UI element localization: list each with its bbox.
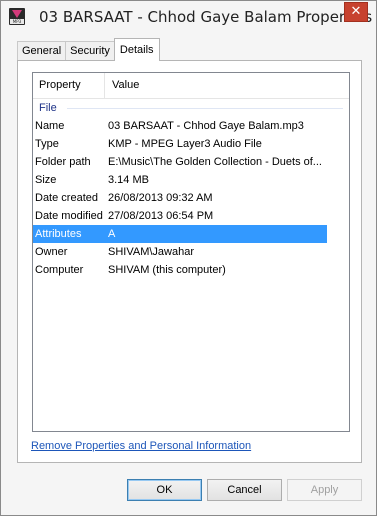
apply-button[interactable]: Apply xyxy=(287,479,362,501)
list-header: Property Value xyxy=(33,73,349,99)
tab-strip: General Security Details xyxy=(17,38,160,61)
remove-properties-link[interactable]: Remove Properties and Personal Informati… xyxy=(31,440,251,452)
property-label: Folder path xyxy=(35,156,91,168)
window-title: 03 BARSAAT - Chhod Gaye Balam Properties xyxy=(39,8,373,26)
tab-general[interactable]: General xyxy=(17,41,67,61)
property-label: Attributes xyxy=(35,228,82,240)
row-computer[interactable]: Computer SHIVAM (this computer) xyxy=(33,261,349,279)
row-date-modified[interactable]: Date modified 27/08/2013 06:54 PM xyxy=(33,207,349,225)
property-label: Computer xyxy=(35,264,84,276)
row-attributes[interactable]: Attributes A xyxy=(33,225,327,243)
column-header-property[interactable]: Property xyxy=(33,73,105,98)
app-icon-label: MP3 xyxy=(10,19,24,24)
properties-window: MP3 03 BARSAAT - Chhod Gaye Balam Proper… xyxy=(0,0,377,516)
property-value: SHIVAM (this computer) xyxy=(108,264,226,276)
property-value[interactable]: A xyxy=(106,225,326,243)
property-label: Date created xyxy=(35,192,98,204)
close-button[interactable]: ✕ xyxy=(344,2,368,22)
group-label: File xyxy=(39,102,57,114)
property-value: E:\Music\The Golden Collection - Duets o… xyxy=(108,156,322,168)
group-header-file: File xyxy=(39,100,343,116)
property-label: Type xyxy=(35,138,59,150)
column-header-value[interactable]: Value xyxy=(106,73,139,98)
property-value: 27/08/2013 06:54 PM xyxy=(108,210,214,222)
property-value: SHIVAM\Jawahar xyxy=(108,246,194,258)
row-name[interactable]: Name 03 BARSAAT - Chhod Gaye Balam.mp3 xyxy=(33,117,349,135)
row-date-created[interactable]: Date created 26/08/2013 09:32 AM xyxy=(33,189,349,207)
row-folder-path[interactable]: Folder path E:\Music\The Golden Collecti… xyxy=(33,153,349,171)
property-label: Date modified xyxy=(35,210,103,222)
title-bar[interactable]: MP3 03 BARSAAT - Chhod Gaye Balam Proper… xyxy=(1,1,376,35)
details-list[interactable]: Property Value File Name 03 BARSAAT - Ch… xyxy=(32,72,350,432)
property-label: Name xyxy=(35,120,65,132)
row-owner[interactable]: Owner SHIVAM\Jawahar xyxy=(33,243,349,261)
ok-button[interactable]: OK xyxy=(127,479,202,501)
group-divider xyxy=(67,108,343,109)
property-value: KMP - MPEG Layer3 Audio File xyxy=(108,138,262,150)
property-value: 03 BARSAAT - Chhod Gaye Balam.mp3 xyxy=(108,120,304,132)
mp3-file-icon: MP3 xyxy=(9,8,25,25)
dialog-buttons: OK Cancel Apply xyxy=(1,479,376,501)
details-panel: Property Value File Name 03 BARSAAT - Ch… xyxy=(17,60,362,463)
row-size[interactable]: Size 3.14 MB xyxy=(33,171,349,189)
property-label: Owner xyxy=(35,246,68,258)
property-rows: Name 03 BARSAAT - Chhod Gaye Balam.mp3 T… xyxy=(33,117,349,279)
tab-details[interactable]: Details xyxy=(113,38,160,61)
property-value: 26/08/2013 09:32 AM xyxy=(108,192,213,204)
close-icon: ✕ xyxy=(350,4,362,19)
row-type[interactable]: Type KMP - MPEG Layer3 Audio File xyxy=(33,135,349,153)
property-value: 3.14 MB xyxy=(108,174,149,186)
property-label: Size xyxy=(35,174,57,186)
cancel-button[interactable]: Cancel xyxy=(207,479,282,501)
tab-security[interactable]: Security xyxy=(65,41,115,61)
